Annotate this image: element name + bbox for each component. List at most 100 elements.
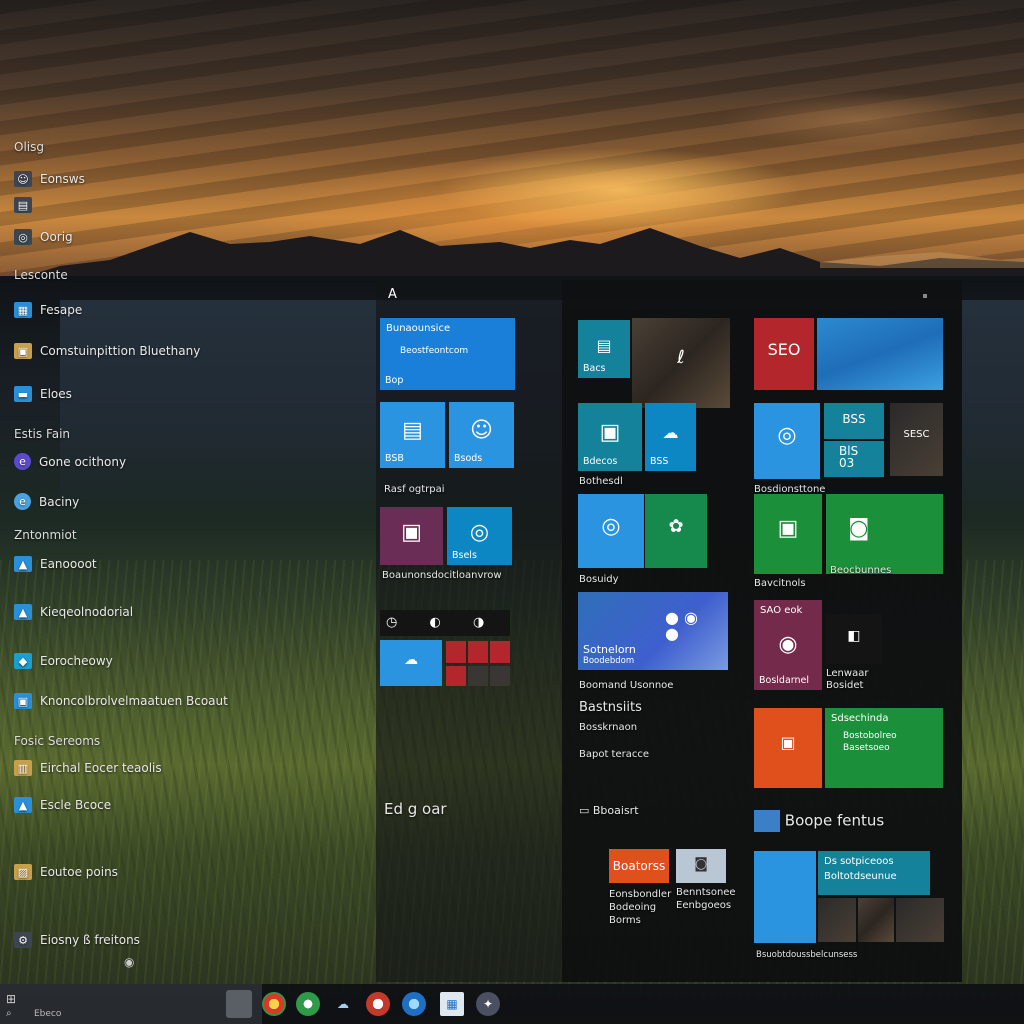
tile-wide[interactable]: ◙	[826, 494, 943, 574]
list-item[interactable]: ▦ Fesape	[14, 302, 82, 318]
tile-small[interactable]	[468, 641, 488, 663]
tile[interactable]: ☁	[380, 640, 442, 686]
tile[interactable]: ▤ Bacs	[578, 320, 630, 378]
tile[interactable]: ▣	[754, 494, 822, 574]
list-item[interactable]: Bosskrnaon	[579, 722, 637, 733]
list-item[interactable]: ▲ Escle Bcoce	[14, 797, 111, 813]
power-icon[interactable]: ◉	[124, 955, 134, 969]
list-item-label: Gone ocithony	[39, 454, 127, 469]
tile[interactable]: BlS 03	[824, 441, 884, 477]
photos-icon: ◎	[14, 229, 32, 245]
tile-label: Bdecos	[583, 456, 618, 467]
tile-small[interactable]	[446, 666, 466, 686]
tile[interactable]: ◎	[578, 494, 644, 568]
list-item[interactable]: ▣ Knoncolbrolvelmaatuen Bcoaut	[14, 693, 228, 709]
tile-small[interactable]	[490, 666, 510, 686]
list-item[interactable]: ▥ Eirchal Eocer teaolis	[14, 760, 162, 776]
tile-wide[interactable]: Bunaounsice Beostfeontcom Bop	[380, 318, 515, 390]
tile[interactable]: ✿	[645, 494, 707, 568]
app-icon: ▦	[14, 302, 32, 318]
tile-wide[interactable]	[817, 318, 943, 390]
list-item[interactable]: ◆ Eorocheowy	[14, 653, 113, 669]
tile[interactable]: ☁ BSS	[645, 403, 696, 471]
weather-icon: ☁	[404, 652, 418, 669]
tile[interactable]: ◎	[754, 403, 820, 479]
tile-small[interactable]	[446, 641, 466, 663]
tile[interactable]: ◧	[826, 614, 882, 664]
tile[interactable]: Boatorss	[609, 849, 669, 883]
tile-caption-line: Borms	[609, 915, 641, 926]
tile[interactable]: SAO eok ◉ Bosldarnel	[754, 600, 822, 690]
chrome-icon[interactable]	[262, 992, 286, 1016]
group-header[interactable]: Lesconte	[14, 268, 68, 282]
task-view-button[interactable]	[226, 990, 252, 1018]
list-item[interactable]: ☺ Eonsws	[14, 171, 85, 187]
tile-wide[interactable]: Sdsechinda Bostobolreo Basetsoeo	[825, 708, 943, 788]
tile-caption: Boomand Usonnoe	[579, 680, 674, 691]
tile-photo[interactable]	[896, 898, 944, 942]
folder-icon: ▬	[14, 386, 32, 402]
list-item[interactable]: Bastnsiits	[579, 700, 642, 715]
tile[interactable]	[754, 851, 816, 943]
group-header: Boope fentus	[754, 810, 884, 832]
edge-icon: ◎	[469, 519, 490, 545]
group-header[interactable]: Estis Fain	[14, 427, 70, 441]
file-explorer-icon[interactable]: ▦	[440, 992, 464, 1016]
list-item[interactable]: ⚙ Eiosny ß freitons	[14, 932, 140, 948]
tile-photo[interactable]	[858, 898, 894, 942]
browser-icon: e	[14, 493, 31, 510]
document-icon: ▤	[402, 418, 423, 444]
tile-strip[interactable]: ◷ ◐ ◑	[380, 610, 510, 636]
browser-icon[interactable]	[402, 992, 426, 1016]
tile[interactable]: ▣	[380, 507, 443, 565]
list-item[interactable]: e Baciny	[14, 493, 79, 510]
list-item[interactable]: ▨ Eoutoe poins	[14, 864, 118, 880]
tile-photo[interactable]	[818, 898, 856, 942]
list-item[interactable]: e Gone ocithony	[14, 453, 126, 470]
list-item[interactable]: Olisg	[14, 140, 44, 154]
chat-icon: ☺	[470, 418, 493, 444]
list-item[interactable]: ▲ Kieqeolnodorial	[14, 604, 133, 620]
tile[interactable]: SEO	[754, 318, 814, 390]
tile[interactable]: ◎ Bsels	[447, 507, 512, 565]
windows-icon[interactable]: ⊞	[6, 992, 16, 1006]
list-item-label: Comstuinpittion Bluethany	[40, 344, 201, 358]
tile-label: Boatorss	[612, 859, 666, 873]
camera-icon: ◙	[694, 855, 708, 872]
app-icon[interactable]	[296, 992, 320, 1016]
list-item-label: Baciny	[39, 494, 80, 509]
tile[interactable]: ▤ BSB	[380, 402, 445, 468]
tile-label: Sdsechinda	[831, 713, 889, 724]
tile-label: BSB	[385, 453, 404, 464]
list-item[interactable]: ▬ Eloes	[14, 386, 72, 402]
tile[interactable]: ☺ Bsods	[449, 402, 514, 468]
group-header[interactable]: Fosic Sereoms	[14, 734, 100, 748]
cloud-icon[interactable]: ☁	[331, 992, 355, 1016]
group-header[interactable]: Zntonmiot	[14, 528, 77, 542]
tile[interactable]: SESC	[890, 403, 943, 476]
tile[interactable]: ▣ Bdecos	[578, 403, 642, 471]
list-item[interactable]: ◎ Oorig	[14, 229, 73, 245]
search-box[interactable]: ⊞ ⌕ Ebeco	[0, 984, 262, 1024]
list-item[interactable]: ▲ Eanoooot	[14, 556, 97, 572]
skype-icon: ◎	[601, 513, 621, 539]
tile-small[interactable]	[468, 666, 488, 686]
search-placeholder: Ebeco	[34, 1009, 62, 1019]
tile-small[interactable]	[490, 641, 510, 663]
list-item[interactable]: ▣ Comstuinpittion Bluethany	[14, 343, 200, 359]
search-icon: ⌕	[6, 1008, 12, 1019]
tile[interactable]: ▣	[754, 708, 822, 788]
tile[interactable]: ◙	[676, 849, 726, 883]
list-item[interactable]: Bapot teracce	[579, 749, 649, 760]
cloud-icon: ☁	[662, 422, 679, 442]
app-icon: ▲	[14, 556, 32, 572]
app-icon[interactable]	[366, 992, 390, 1016]
tile-wide[interactable]: Ds sotpiceoos Boltotdseunue	[818, 851, 930, 895]
list-item[interactable]: ▤	[14, 197, 40, 213]
quote-icon: ℓ	[677, 346, 685, 368]
tile-photo[interactable]: ℓ	[632, 318, 730, 408]
tile-wide[interactable]: ● ◉ ● Sotnelorn Boodebdom	[578, 592, 728, 670]
more-options-icon[interactable]	[923, 294, 927, 298]
tile[interactable]: BSS	[824, 403, 884, 439]
settings-icon[interactable]: ✦	[476, 992, 500, 1016]
